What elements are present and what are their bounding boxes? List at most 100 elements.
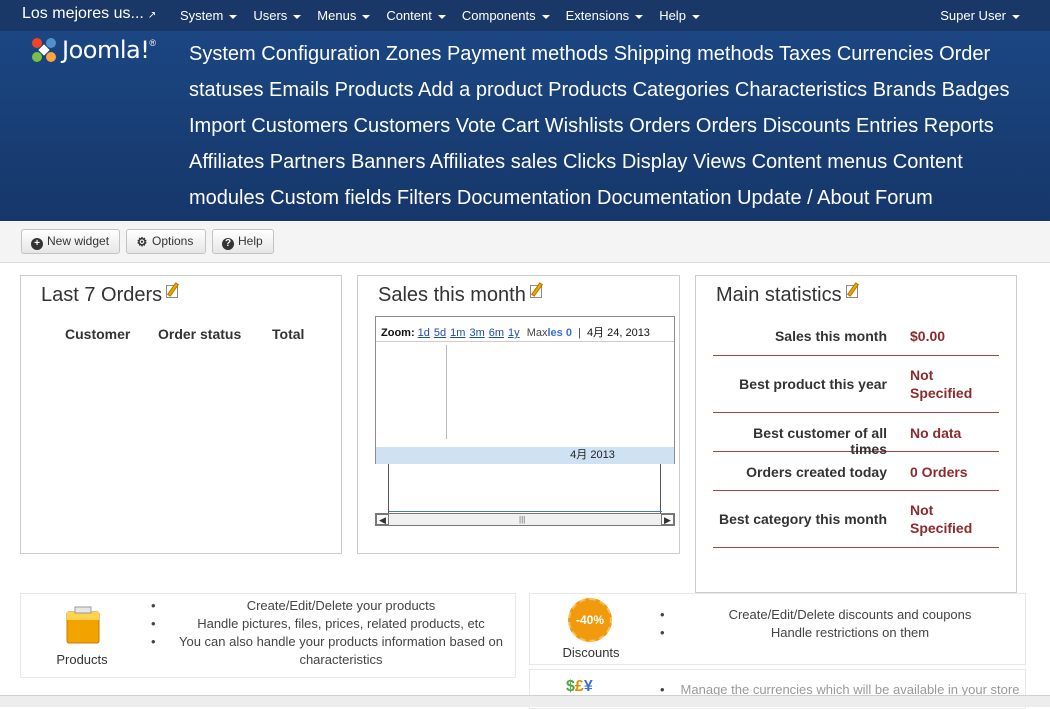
link-add-product[interactable]: Add a product [418,79,543,101]
link-entries[interactable]: Entries [856,115,918,137]
menu-label: Help [659,8,686,23]
widget-title: Last 7 Orders [41,282,181,307]
menu-extensions[interactable]: Extensions [558,0,652,31]
link-modules[interactable]: modules [189,187,265,209]
menu-content[interactable]: Content [378,0,454,31]
link-shipping-methods[interactable]: Shipping methods [614,43,774,65]
chart-date: 4月 24, 2013 [586,327,650,339]
menu-system[interactable]: System [172,0,245,31]
link-views[interactable]: Views [693,151,746,173]
link-taxes[interactable]: Taxes [779,43,831,65]
link-forum[interactable]: Forum [875,187,933,209]
scroll-grip-icon[interactable]: ||| [519,515,525,524]
link-products[interactable]: Products [335,79,414,101]
link-affiliates[interactable]: Affiliates [189,151,264,173]
list-item: You can also handle your products inform… [151,633,511,669]
zoom-3m[interactable]: 3m [469,327,484,339]
link-cart[interactable]: Cart [501,115,539,137]
main-statistics-widget: Main statistics Sales this month $0.00 B… [695,275,1017,593]
stat-value: No data [910,425,962,441]
navigator-series-line [389,511,662,512]
stat-label: Best category this month [718,511,887,527]
link-partners[interactable]: Partners [270,151,346,173]
link-menus[interactable]: menus [827,151,887,173]
scroll-right-icon[interactable]: ▶ [661,514,674,525]
menu-users[interactable]: Users [245,0,309,31]
link-content-2[interactable]: Content [893,151,963,173]
caret-down-icon [1012,14,1020,19]
column-customer[interactable]: Customer [65,326,130,342]
link-configuration[interactable]: Configuration [261,43,380,65]
link-categories[interactable]: Categories [633,79,730,101]
link-products-list[interactable]: Products [548,79,627,101]
link-wishlists[interactable]: Wishlists [545,115,624,137]
link-banners[interactable]: Banners [351,151,426,173]
link-characteristics[interactable]: Characteristics [735,79,867,101]
user-menu[interactable]: Super User [940,0,1020,31]
link-content[interactable]: Content [752,151,822,173]
link-custom-fields[interactable]: Custom fields [270,187,391,209]
link-clicks[interactable]: Clicks [563,151,616,173]
link-documentation-2[interactable]: Documentation [597,187,732,209]
link-payment-methods[interactable]: Payment methods [447,43,608,65]
status-footer [0,695,1050,707]
products-feature-list: Create/Edit/Delete your products Handle … [151,597,511,669]
zoom-5d[interactable]: 5d [434,327,446,339]
edit-icon[interactable] [529,282,545,298]
stat-label: Sales this month [774,328,887,344]
link-emails[interactable]: Emails [269,79,329,101]
zoom-6m[interactable]: 6m [489,327,504,339]
caret-down-icon [635,14,644,19]
chart-navigator[interactable] [388,464,662,514]
column-total[interactable]: Total [272,326,304,342]
link-affiliates-sales[interactable]: Affiliates sales [430,151,557,173]
box-icon [66,606,100,644]
zoom-1d[interactable]: 1d [418,327,430,339]
products-feature[interactable]: Products Create/Edit/Delete your product… [20,593,516,678]
main-menu: System Users Menus Content Components Ex… [172,0,708,31]
link-vote[interactable]: Vote [456,115,496,137]
link-filters[interactable]: Filters [397,187,451,209]
zoom-1y[interactable]: 1y [508,327,520,339]
menu-menus[interactable]: Menus [309,0,378,31]
plus-icon: + [31,238,43,250]
joomla-logo[interactable]: Joomla! ® [28,34,156,66]
link-zones[interactable]: Zones [386,43,442,65]
site-title-link[interactable]: Los mejores us... ↗ [22,5,156,23]
link-badges[interactable]: Badges [942,79,1010,101]
link-brands[interactable]: Brands [873,79,936,101]
link-documentation[interactable]: Documentation [457,187,592,209]
stat-value: 0 Orders [910,464,968,480]
link-update-about[interactable]: Update / About [737,187,869,209]
main-stats-title: Main statistics [716,284,842,306]
link-currencies[interactable]: Currencies [837,43,934,65]
link-orders[interactable]: Orders [629,115,690,137]
discounts-feature[interactable]: -40% Discounts Create/Edit/Delete discou… [529,593,1026,665]
zoom-1m[interactable]: 1m [450,327,465,339]
menu-components[interactable]: Components [454,0,558,31]
chart-scrollbar[interactable]: ◀ ||| ▶ [375,513,675,526]
link-customers-list[interactable]: Customers [354,115,451,137]
stat-row: Best customer of all times No data [713,413,999,457]
options-button[interactable]: ⚙ Options [126,229,206,254]
new-widget-button[interactable]: + New widget [21,229,120,254]
column-order-status[interactable]: Order status [158,326,241,342]
menu-help[interactable]: Help [651,0,708,31]
stat-value: $0.00 [910,328,946,344]
link-customers[interactable]: Customers [251,115,348,137]
sales-chart: Zoom: 1d 5d 1m 3m 6m 1y Maxles 0 | 4月 24, 201… [375,316,675,566]
link-reports[interactable]: Reports [924,115,994,137]
link-discounts[interactable]: Discounts [763,115,851,137]
edit-icon[interactable] [845,282,861,298]
link-system[interactable]: System [189,43,256,65]
help-button[interactable]: ? Help [212,229,274,254]
max-label[interactable]: Max [527,327,548,339]
stat-value: Not Specified [910,367,973,401]
link-display[interactable]: Display [622,151,688,173]
logo-text: Joomla! [62,36,150,64]
link-orders-list[interactable]: Orders [696,115,757,137]
edit-icon[interactable] [166,282,181,298]
link-import[interactable]: Import [189,115,246,137]
scroll-left-icon[interactable]: ◀ [376,514,389,525]
currency-icon: $£¥ [566,678,593,695]
